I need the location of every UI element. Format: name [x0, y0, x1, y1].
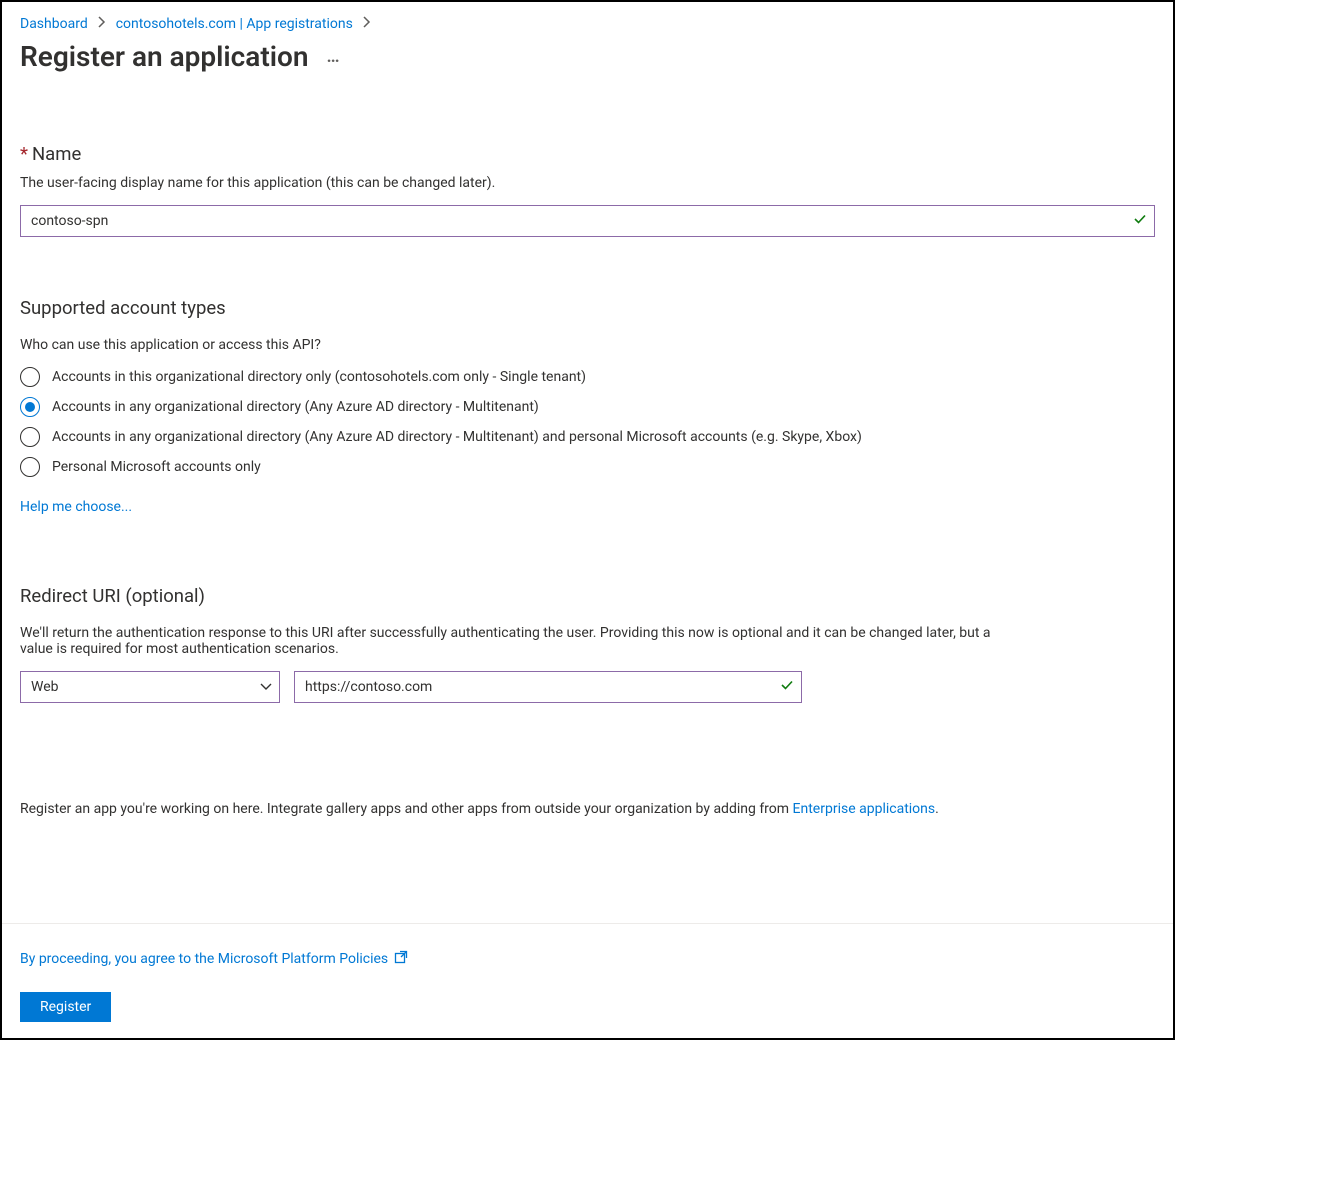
radio-icon: [20, 397, 40, 417]
name-label: Name: [32, 143, 81, 165]
account-types-question: Who can use this application or access t…: [20, 337, 1155, 353]
account-type-option-1[interactable]: Accounts in any organizational directory…: [20, 397, 1155, 417]
account-type-option-label: Accounts in any organizational directory…: [52, 429, 862, 445]
account-types-heading: Supported account types: [20, 297, 1155, 319]
integrate-note-suffix: .: [935, 801, 939, 817]
redirect-uri-input[interactable]: [294, 671, 802, 703]
page-title-text: Register an application: [20, 40, 309, 73]
platform-select-value: Web: [20, 671, 280, 703]
account-type-option-label: Accounts in this organizational director…: [52, 369, 586, 385]
breadcrumb-dashboard[interactable]: Dashboard: [20, 16, 88, 32]
platform-select[interactable]: Web: [20, 671, 280, 703]
redirect-uri-input-wrap: [294, 671, 802, 703]
account-types-radio-group: Accounts in this organizational director…: [20, 367, 1155, 477]
redirect-uri-description: We'll return the authentication response…: [20, 625, 1020, 657]
account-type-option-2[interactable]: Accounts in any organizational directory…: [20, 427, 1155, 447]
radio-icon: [20, 457, 40, 477]
external-link-icon: [394, 950, 408, 968]
account-type-option-label: Personal Microsoft accounts only: [52, 459, 261, 475]
footer: By proceeding, you agree to the Microsof…: [2, 923, 1173, 1022]
chevron-right-icon: [363, 16, 371, 32]
chevron-right-icon: [98, 16, 106, 32]
radio-icon: [20, 427, 40, 447]
page-title: Register an application …: [20, 40, 1155, 73]
register-button[interactable]: Register: [20, 992, 111, 1022]
integrate-note: Register an app you're working on here. …: [20, 801, 1155, 817]
breadcrumb: Dashboard contosohotels.com | App regist…: [20, 16, 1155, 32]
account-type-option-label: Accounts in any organizational directory…: [52, 399, 539, 415]
divider: [2, 923, 1173, 924]
account-type-option-0[interactable]: Accounts in this organizational director…: [20, 367, 1155, 387]
help-me-choose-link[interactable]: Help me choose...: [20, 499, 132, 515]
name-input[interactable]: [20, 205, 1155, 237]
required-asterisk: *: [20, 143, 28, 165]
enterprise-applications-link[interactable]: Enterprise applications: [793, 801, 936, 817]
account-type-option-3[interactable]: Personal Microsoft accounts only: [20, 457, 1155, 477]
platform-policies-link[interactable]: By proceeding, you agree to the Microsof…: [20, 951, 388, 967]
radio-icon: [20, 367, 40, 387]
account-types-section: Supported account types Who can use this…: [20, 297, 1155, 515]
redirect-uri-section: Redirect URI (optional) We'll return the…: [20, 585, 1155, 703]
name-input-wrap: [20, 205, 1155, 237]
more-actions-button[interactable]: …: [327, 46, 341, 67]
redirect-uri-row: Web: [20, 671, 1155, 703]
breadcrumb-app-registrations[interactable]: contosohotels.com | App registrations: [116, 16, 353, 32]
policy-line: By proceeding, you agree to the Microsof…: [20, 950, 1155, 968]
integrate-note-prefix: Register an app you're working on here. …: [20, 801, 793, 817]
redirect-uri-heading: Redirect URI (optional): [20, 585, 1155, 607]
name-description: The user-facing display name for this ap…: [20, 175, 1155, 191]
name-label-row: *Name: [20, 143, 1155, 165]
name-section: *Name The user-facing display name for t…: [20, 143, 1155, 237]
